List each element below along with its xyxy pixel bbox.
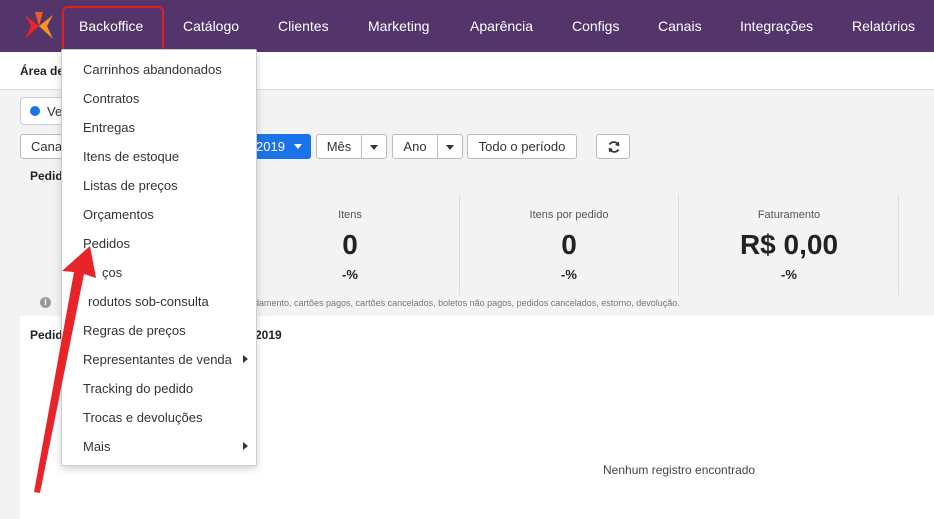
chevron-down-icon [370, 145, 378, 150]
radio-label: Ve [47, 104, 63, 119]
stat-faturamento-pct: -% [781, 267, 797, 282]
menu-item-contratos[interactable]: Contratos [83, 91, 139, 106]
menu-item-itens-de-estoque[interactable]: Itens de estoque [83, 149, 179, 164]
info-icon: i [40, 297, 51, 308]
stat-itens-por-pedido-pct: -% [561, 267, 577, 282]
chevron-down-icon [294, 144, 302, 149]
menu-item-produtos-sob-consulta[interactable]: rodutos sob-consulta [88, 294, 209, 309]
nav-integracoes[interactable]: Integrações [740, 0, 813, 52]
orders-panel-title-year: 2019 [255, 328, 282, 342]
stat-divider [459, 195, 460, 295]
refresh-button[interactable] [596, 134, 630, 159]
stat-itens-pct: -% [342, 267, 358, 282]
menu-item-orcamentos[interactable]: Orçamentos [83, 207, 154, 222]
menu-item-entregas[interactable]: Entregas [83, 120, 135, 135]
stat-divider [898, 195, 899, 295]
radio-selected-icon [30, 106, 40, 116]
period-mes-button[interactable]: Mês [316, 134, 362, 159]
nav-aparencia[interactable]: Aparência [470, 0, 533, 52]
nav-marketing[interactable]: Marketing [368, 0, 429, 52]
page-title: Área de [20, 64, 65, 78]
menu-item-mais[interactable]: Mais [83, 439, 110, 454]
app-logo-icon[interactable] [22, 9, 56, 43]
stat-itens-value: 0 [342, 229, 358, 260]
nav-relatorios[interactable]: Relatórios [852, 0, 915, 52]
nav-canais[interactable]: Canais [658, 0, 702, 52]
date-picker-button[interactable]: 2019 [254, 134, 311, 159]
date-picker-label: 2019 [256, 139, 285, 154]
nav-catalogo[interactable]: Catálogo [183, 0, 239, 52]
menu-item-precos[interactable]: ços [102, 265, 122, 280]
period-ano-button[interactable]: Ano [392, 134, 438, 159]
nav-configs[interactable]: Configs [572, 0, 619, 52]
chevron-right-icon [243, 442, 248, 450]
menu-item-tracking-do-pedido[interactable]: Tracking do pedido [83, 381, 193, 396]
stat-itens-por-pedido-label: Itens por pedido [529, 209, 609, 221]
stat-itens-label: Itens [338, 209, 362, 221]
empty-state-message: Nenhum registro encontrado [603, 463, 756, 477]
nav-clientes[interactable]: Clientes [278, 0, 329, 52]
period-ano-dropdown[interactable] [437, 134, 463, 159]
section-pedidos-title: Pedid [30, 169, 63, 183]
chevron-right-icon [243, 355, 248, 363]
menu-item-trocas-e-devolucoes[interactable]: Trocas e devoluções [83, 410, 202, 425]
stat-divider [678, 195, 679, 295]
menu-item-listas-de-precos[interactable]: Listas de preços [83, 178, 178, 193]
info-footnote: damento, cartões pagos, cartões cancelad… [254, 298, 680, 308]
menu-item-regras-de-precos[interactable]: Regras de preços [83, 323, 186, 338]
period-mes-dropdown[interactable] [361, 134, 387, 159]
refresh-icon [608, 141, 620, 153]
chevron-down-icon [446, 145, 454, 150]
canal-select[interactable]: Canal [20, 134, 65, 159]
stat-faturamento-label: Faturamento [757, 209, 821, 221]
menu-item-carrinhos-abandonados[interactable]: Carrinhos abandonados [83, 62, 222, 77]
backoffice-dropdown-menu: Carrinhos abandonados Contratos Entregas… [61, 49, 257, 466]
menu-item-representantes-de-venda[interactable]: Representantes de venda [83, 352, 232, 367]
period-todo-button[interactable]: Todo o período [467, 134, 577, 159]
stat-faturamento-value: R$ 0,00 [739, 229, 839, 260]
menu-item-pedidos[interactable]: Pedidos [83, 236, 130, 251]
stat-itens-por-pedido-value: 0 [561, 229, 577, 260]
orders-panel-title: Pedid [30, 328, 63, 342]
